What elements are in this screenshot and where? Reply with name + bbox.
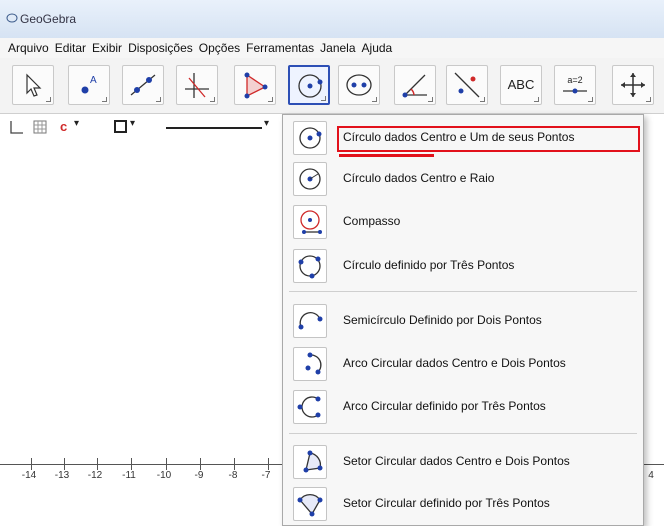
perpendicular-line-icon <box>185 73 209 98</box>
dropdown-item-sector-center[interactable]: Setor Circular dados Centro e Dois Ponto… <box>283 442 643 482</box>
toolbar: A ABC a=2 <box>0 58 664 114</box>
ellipse-icon <box>346 74 372 96</box>
x-axis-tick <box>166 458 167 470</box>
move-tool-button[interactable] <box>12 65 54 105</box>
menu-ajuda[interactable]: Ajuda <box>362 41 393 55</box>
reflect-tool-button[interactable] <box>446 65 488 105</box>
point-tool-button[interactable]: A <box>68 65 110 105</box>
circle-tool-button[interactable] <box>288 65 330 105</box>
menu-arquivo[interactable]: Arquivo <box>8 41 49 55</box>
x-tick-label: -7 <box>261 470 271 481</box>
menu-ferramentas[interactable]: Ferramentas <box>246 41 314 55</box>
dropdown-item-label: Círculo dados Centro e Raio <box>343 171 495 185</box>
x-axis-tick <box>97 458 98 470</box>
slider-tool-button[interactable]: a=2 <box>554 65 596 105</box>
line-style-button[interactable] <box>166 127 262 129</box>
dropdown-item-circle-center-radius[interactable]: Círculo dados Centro e Raio <box>283 159 643 199</box>
menu-editar[interactable]: Editar <box>55 41 86 55</box>
grid-toggle-icon[interactable] <box>32 119 48 135</box>
menu-janela[interactable]: Janela <box>320 41 355 55</box>
text-tool-button[interactable]: ABC <box>500 65 542 105</box>
x-tick-label: -10 <box>156 470 172 481</box>
slider-icon <box>563 88 587 94</box>
arc-three-points-icon <box>293 390 327 424</box>
reflect-line-icon <box>454 72 480 98</box>
sector-three-points-icon <box>293 487 327 521</box>
dropdown-item-label: Círculo definido por Três Pontos <box>343 258 515 272</box>
x-axis-tick <box>131 458 132 470</box>
x-axis-tick <box>200 458 201 470</box>
menu-exibir[interactable]: Exibir <box>92 41 122 55</box>
cursor-arrow-icon <box>26 73 42 97</box>
dropdown-item-label: Compasso <box>343 214 401 228</box>
x-tick-label: -11 <box>122 470 136 481</box>
dropdown-item-arc-center[interactable]: Arco Circular dados Centro e Dois Pontos <box>283 344 643 384</box>
svg-text:A: A <box>90 75 97 86</box>
x-tick-label: -12 <box>87 470 103 481</box>
x-tick-label: -13 <box>54 470 70 481</box>
move-arrows-icon <box>621 73 645 97</box>
conic-tool-button[interactable] <box>338 65 380 105</box>
line-tool-button[interactable] <box>122 65 164 105</box>
sector-center-icon <box>293 445 327 479</box>
red-highlight-box <box>337 126 640 152</box>
x-axis-tick <box>31 458 32 470</box>
polygon-tool-button[interactable] <box>234 65 276 105</box>
x-tick-label: -8 <box>228 470 238 481</box>
dropdown-item-compass[interactable]: Compasso <box>283 202 643 242</box>
red-highlight-underline <box>339 154 434 157</box>
dropdown-item-label: Setor Circular definido por Três Pontos <box>343 496 550 510</box>
dropdown-arrow-icon[interactable]: ▾ <box>264 118 269 129</box>
dropdown-arrow-icon[interactable]: ▾ <box>74 118 79 129</box>
perpendicular-tool-button[interactable] <box>176 65 218 105</box>
x-tick-label: 4 <box>648 470 654 481</box>
dropdown-separator <box>289 433 637 434</box>
geogebra-logo-icon <box>6 13 18 23</box>
arc-center-icon <box>293 347 327 381</box>
menu-disposicoes[interactable]: Disposições <box>128 41 193 55</box>
menu-bar: Arquivo Editar Exibir Disposições Opções… <box>0 38 664 58</box>
circle-tools-dropdown: Círculo dados Centro e Um de seus Pontos… <box>282 114 644 526</box>
dropdown-arrow-icon[interactable]: ▾ <box>130 118 135 129</box>
text-tool-label: ABC <box>507 77 535 92</box>
dropdown-item-label: Arco Circular definido por Três Pontos <box>343 399 546 413</box>
dropdown-item-semicircle[interactable]: Semicírculo Definido por Dois Pontos <box>283 301 643 341</box>
compass-icon <box>293 205 327 239</box>
dropdown-item-circle-three-points[interactable]: Círculo definido por Três Pontos <box>283 246 643 286</box>
x-tick-label: -14 <box>21 470 37 481</box>
dropdown-item-label: Arco Circular dados Centro e Dois Pontos <box>343 356 566 370</box>
circle-center-radius-icon <box>293 162 327 196</box>
dropdown-item-arc-three-points[interactable]: Arco Circular definido por Três Pontos <box>283 387 643 427</box>
dropdown-item-label: Semicírculo Definido por Dois Pontos <box>343 313 542 327</box>
polygon-icon <box>244 72 268 99</box>
dropdown-item-label: Setor Circular dados Centro e Dois Ponto… <box>343 454 570 468</box>
window-title: GeoGebra <box>20 12 77 26</box>
x-axis-tick <box>234 458 235 470</box>
x-tick-label: -9 <box>194 470 204 481</box>
angle-icon <box>402 74 427 98</box>
semicircle-icon <box>293 304 327 338</box>
color-picker-button[interactable]: c <box>60 119 67 134</box>
circle-center-point-icon <box>293 121 327 155</box>
axes-toggle-icon[interactable] <box>8 119 24 135</box>
menu-opcoes[interactable]: Opções <box>199 41 240 55</box>
move-graphics-tool-button[interactable] <box>612 65 654 105</box>
line-icon <box>130 74 156 96</box>
point-icon: A <box>81 75 97 94</box>
angle-tool-button[interactable] <box>394 65 436 105</box>
circle-three-points-icon <box>293 249 327 283</box>
x-axis-tick <box>268 458 269 470</box>
dropdown-separator <box>289 291 637 292</box>
title-bar: GeoGebra <box>0 0 664 38</box>
dropdown-item-sector-three-points[interactable]: Setor Circular definido por Três Pontos <box>283 484 643 524</box>
dropdown-item-circle-center-point[interactable]: Círculo dados Centro e Um de seus Pontos <box>283 118 643 158</box>
border-style-button[interactable] <box>114 120 127 133</box>
x-axis-tick <box>64 458 65 470</box>
